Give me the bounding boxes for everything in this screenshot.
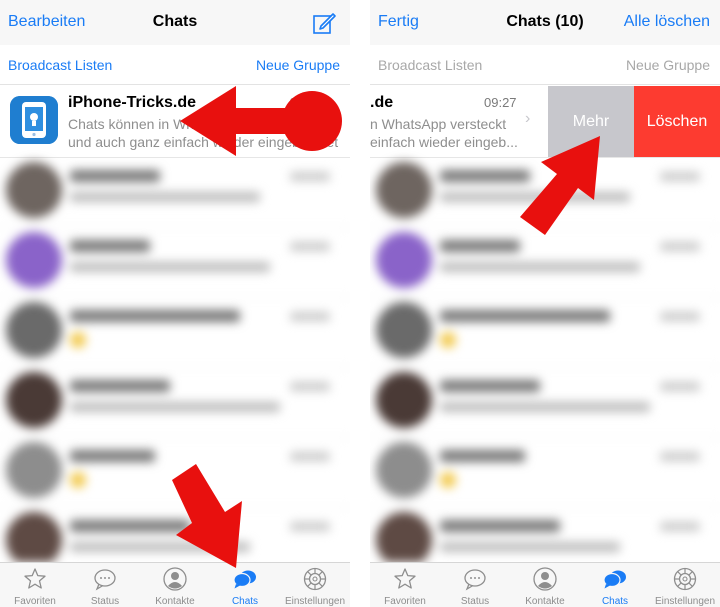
chats-icon [603, 570, 626, 589]
iphone-tricks-avatar [10, 96, 58, 144]
tab-kontakte[interactable]: Kontakte [510, 563, 580, 607]
list-item[interactable] [370, 508, 720, 562]
tab-label: Chats [231, 596, 259, 607]
nav-title: Chats [152, 13, 198, 30]
chat-name: .de [370, 94, 394, 111]
tab-label: Einstellungen [284, 596, 346, 607]
chat-time: 09:27 [289, 95, 322, 110]
tab-favoriten[interactable]: Favoriten [0, 563, 70, 607]
nav-bar: Bearbeiten Chats [0, 0, 350, 45]
chat-preview-line-1: n WhatsApp versteckt [370, 116, 507, 132]
blurred-chat-list [370, 158, 720, 562]
list-item[interactable] [370, 298, 720, 368]
tab-label: Kontakte [525, 596, 565, 607]
blurred-chat-list [0, 158, 350, 562]
list-item[interactable] [0, 298, 350, 368]
done-button[interactable]: Fertig [378, 13, 419, 31]
list-item[interactable] [0, 508, 350, 562]
tab-bar: Favoriten Status Kontakte Chats Einstell… [0, 562, 350, 607]
chat-name: iPhone-Tricks.de [68, 94, 197, 111]
edit-button[interactable]: Bearbeiten [8, 13, 85, 31]
tab-kontakte[interactable]: Kontakte [140, 563, 210, 607]
chat-row-iphone-tricks[interactable]: iPhone-Tricks.de 09:27 Chats können in W… [0, 86, 350, 158]
chats-icon [233, 570, 256, 589]
tab-label: Kontakte [155, 596, 195, 607]
more-button[interactable]: Mehr [548, 86, 634, 157]
tab-status[interactable]: Status [440, 563, 510, 607]
list-item[interactable] [370, 438, 720, 508]
chat-preview-line-2: einfach wieder eingeb... [370, 134, 518, 150]
delete-all-button[interactable]: Alle löschen [624, 13, 710, 31]
broadcast-lists-link[interactable]: Broadcast Listen [8, 57, 112, 73]
sub-bar: Broadcast Listen Neue Gruppe [0, 45, 350, 85]
tab-chats[interactable]: Chats [210, 563, 280, 607]
nav-title: Chats (10) [506, 13, 584, 30]
tab-label: Status [460, 596, 490, 607]
chat-row-swiped[interactable]: .de 09:27 n WhatsApp versteckt einfach w… [370, 86, 720, 158]
chevron-right-icon: › [525, 110, 531, 127]
speech-bubble-icon [464, 569, 486, 591]
chats-screen-right: Fertig Chats (10) Alle löschen Broadcast… [370, 0, 720, 607]
tab-chats[interactable]: Chats [580, 563, 650, 607]
tab-label: Status [90, 596, 120, 607]
star-icon [394, 568, 416, 589]
star-icon [24, 568, 46, 589]
tab-einstellungen[interactable]: Einstellungen [280, 563, 350, 607]
delete-button[interactable]: Löschen [634, 86, 720, 157]
tab-label: Chats [601, 596, 629, 607]
contact-icon [533, 567, 557, 591]
contact-icon [163, 567, 187, 591]
list-item[interactable] [370, 228, 720, 298]
chat-preview-line-1: Chats können in WhatsApp versteckt [68, 116, 298, 132]
tab-label: Favoriten [384, 596, 426, 607]
panel-divider [350, 0, 370, 607]
list-item[interactable] [370, 368, 720, 438]
tab-bar: Favoriten Status Kontakte Chats Einstell… [370, 562, 720, 607]
list-item[interactable] [0, 228, 350, 298]
speech-bubble-icon [94, 569, 116, 591]
tab-einstellungen[interactable]: Einstellungen [650, 563, 720, 607]
sub-bar: Broadcast Listen Neue Gruppe [370, 45, 720, 85]
phone-logo-icon [10, 96, 58, 144]
list-item[interactable] [0, 368, 350, 438]
tab-favoriten[interactable]: Favoriten [370, 563, 440, 607]
compose-icon[interactable] [312, 11, 336, 35]
gear-icon [303, 567, 327, 591]
gear-icon [673, 567, 697, 591]
new-group-link[interactable]: Neue Gruppe [256, 57, 340, 73]
tab-label: Favoriten [14, 596, 56, 607]
nav-bar: Fertig Chats (10) Alle löschen [370, 0, 720, 45]
list-item[interactable] [0, 438, 350, 508]
chat-time: 09:27 [484, 95, 517, 110]
list-item[interactable] [0, 158, 350, 228]
chats-screen-left: Bearbeiten Chats Broadcast Listen Neue G… [0, 0, 350, 607]
chat-preview-line-2: und auch ganz einfach wieder eingeblende… [68, 134, 339, 150]
tab-status[interactable]: Status [70, 563, 140, 607]
list-item[interactable] [370, 158, 720, 228]
broadcast-lists-link[interactable]: Broadcast Listen [378, 57, 482, 73]
tab-label: Einstellungen [654, 596, 716, 607]
new-group-link[interactable]: Neue Gruppe [626, 57, 710, 73]
